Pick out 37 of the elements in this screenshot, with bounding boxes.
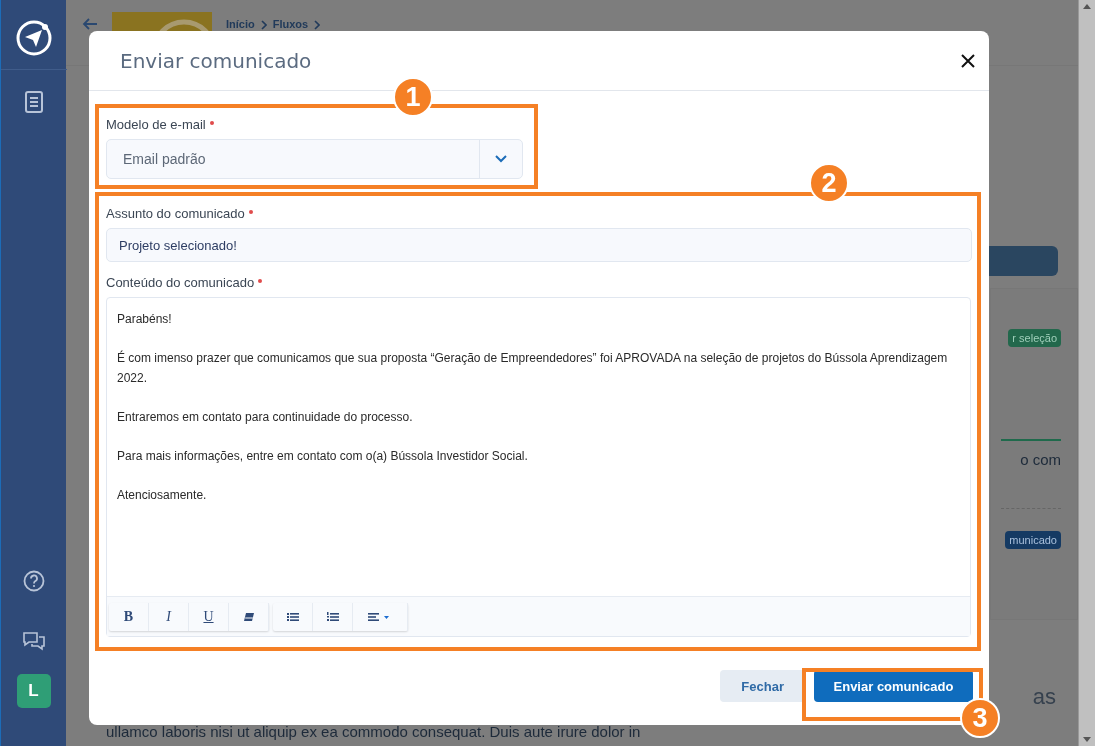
eraser-icon: [241, 610, 256, 623]
subject-field[interactable]: Projeto selecionado!: [106, 228, 972, 262]
close-icon[interactable]: [961, 53, 975, 68]
step-number: 3: [960, 698, 1000, 738]
bullet-list-icon: [285, 610, 300, 623]
chevron-down-icon[interactable]: [495, 155, 507, 163]
help-icon[interactable]: [22, 570, 45, 592]
editor-paragraph: Parabéns!: [117, 311, 173, 328]
document-icon[interactable]: [22, 90, 45, 114]
card-text: o com: [1020, 451, 1061, 468]
email-template-select[interactable]: Email padrão: [106, 139, 523, 179]
dialog-title: Enviar comunicado: [120, 48, 312, 73]
scroll-up-icon[interactable]: [1083, 3, 1091, 9]
scroll-down-icon[interactable]: [1083, 737, 1091, 743]
action-badge: municado: [1005, 531, 1061, 549]
scrollbar[interactable]: [1078, 0, 1095, 746]
field-label: Modelo de e-mail: [106, 117, 206, 132]
editor-paragraph: É com imenso prazer que comunicamos que sua proposta “Geração de Empreendedores” foi APROVADA na seleção de projetos do Bússola Aprendizagem 2022.: [117, 349, 949, 387]
editor-paragraph: Atenciosamente.: [117, 486, 208, 504]
underline-button[interactable]: U: [189, 602, 229, 631]
editor-paragraph: Para mais informações, entre em contato com o(a) Bússola Investidor Social.: [117, 447, 529, 465]
chevron-icon: [314, 20, 321, 30]
editor-paragraph: Entraremos em contato para continuidade do processo.: [117, 408, 414, 426]
user-avatar[interactable]: L: [16, 674, 51, 708]
section-heading: as: [1032, 684, 1056, 710]
field-label: Assunto do comunicado: [106, 206, 245, 221]
chevron-icon: [260, 20, 267, 30]
logo-icon[interactable]: [14, 19, 53, 57]
chat-icon[interactable]: [20, 630, 47, 652]
close-button[interactable]: Fechar: [720, 670, 805, 702]
bold-button[interactable]: B: [109, 602, 149, 631]
status-badge: r seleção: [1008, 329, 1061, 347]
body-text: ullamco laboris nisi ut aliquip ex ea commodo consequat. Duis aute irure dolor in: [106, 723, 642, 740]
numbered-list-icon: [325, 610, 340, 623]
field-label: Conteúdo do comunicado: [106, 275, 255, 290]
send-button[interactable]: Enviar comunicado: [814, 670, 973, 702]
italic-button[interactable]: I: [149, 602, 189, 631]
